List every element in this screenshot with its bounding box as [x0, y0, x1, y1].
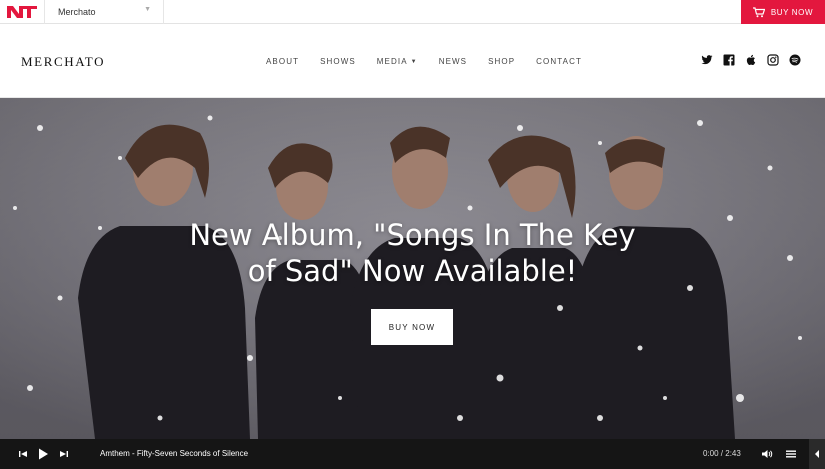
- site-title[interactable]: MERCHATO: [21, 54, 105, 70]
- track-title: Amthem - Fifty-Seven Seconds of Silence: [100, 449, 249, 458]
- buy-now-hero-button[interactable]: BUY NOW: [371, 309, 453, 345]
- audio-player: Amthem - Fifty-Seven Seconds of Silence …: [0, 439, 825, 469]
- theme-select-value: Merchato: [58, 7, 96, 17]
- nav-label: SHOWS: [320, 57, 356, 66]
- collapse-player-button[interactable]: [809, 439, 825, 469]
- site-header: MERCHATO ABOUT SHOWS MEDIA ▼ NEWS SHOP CO…: [0, 25, 825, 98]
- nt-logo-icon[interactable]: [7, 4, 37, 20]
- buy-now-top-button[interactable]: BUY NOW: [741, 0, 825, 24]
- instagram-icon[interactable]: [767, 54, 779, 66]
- prev-icon[interactable]: [17, 448, 29, 460]
- twitter-icon[interactable]: [701, 54, 713, 66]
- buy-now-top-label: BUY NOW: [770, 7, 814, 17]
- cart-icon: [752, 6, 765, 17]
- apple-icon[interactable]: [745, 54, 757, 66]
- nav-label: ABOUT: [266, 57, 300, 66]
- nav-label: SHOP: [488, 57, 516, 66]
- collapse-arrow-icon: [815, 450, 819, 458]
- spotify-icon[interactable]: [789, 54, 801, 66]
- hero-title: New Album, "Songs In The Key of Sad" Now…: [0, 217, 825, 289]
- nav-item-contact[interactable]: CONTACT: [536, 57, 582, 66]
- main-nav: ABOUT SHOWS MEDIA ▼ NEWS SHOP CONTACT: [266, 57, 603, 66]
- nav-item-media[interactable]: MEDIA ▼: [377, 57, 418, 66]
- chevron-down-icon: ▼: [144, 6, 151, 13]
- nav-item-about[interactable]: ABOUT: [266, 57, 299, 66]
- volume-icon[interactable]: [761, 448, 773, 460]
- facebook-icon[interactable]: [723, 54, 735, 66]
- nav-item-shows[interactable]: SHOWS: [320, 57, 356, 66]
- play-icon[interactable]: [36, 447, 50, 461]
- hero-title-line2: of Sad" Now Available!: [247, 254, 578, 288]
- playlist-icon[interactable]: [785, 448, 797, 460]
- hero-title-line1: New Album, "Songs In The Key: [189, 218, 636, 252]
- nav-label: MEDIA: [376, 57, 408, 66]
- caret-down-icon: ▼: [410, 58, 418, 65]
- nav-item-news[interactable]: NEWS: [439, 57, 467, 66]
- track-time: 0:00 / 2:43: [703, 449, 741, 458]
- theme-select[interactable]: Merchato ▼: [44, 0, 164, 24]
- nav-item-shop[interactable]: SHOP: [488, 57, 515, 66]
- next-icon[interactable]: [58, 448, 70, 460]
- hero-banner: New Album, "Songs In The Key of Sad" Now…: [0, 98, 825, 439]
- nav-label: NEWS: [438, 57, 468, 66]
- theme-switcher-bar: Merchato ▼ BUY NOW: [0, 0, 825, 24]
- social-links: [701, 54, 801, 66]
- nav-label: CONTACT: [536, 57, 582, 66]
